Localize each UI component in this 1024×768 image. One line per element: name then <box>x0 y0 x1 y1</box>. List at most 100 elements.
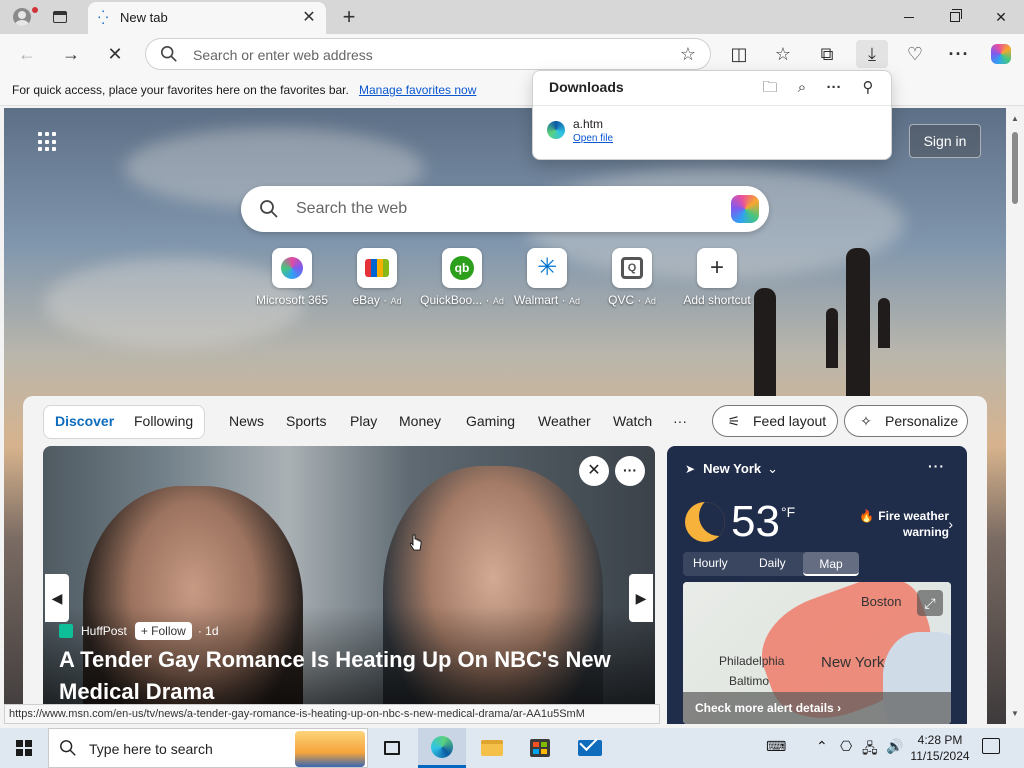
browser-essentials-button[interactable]: ♡ <box>900 40 930 68</box>
page-scrollbar[interactable]: ▲ ▼ <box>1006 108 1024 720</box>
tab-new-tab[interactable]: ⁛ New tab ✕ <box>88 2 326 34</box>
personalize-button[interactable]: ✧ Personalize <box>844 405 968 437</box>
sign-in-button[interactable]: Sign in <box>909 124 981 158</box>
nav-money[interactable]: Money <box>399 413 441 429</box>
notification-center-icon[interactable] <box>982 738 1000 754</box>
follow-button[interactable]: + Follow <box>134 622 192 640</box>
expand-map-icon[interactable]: ⤢ <box>917 590 943 616</box>
taskbar-mail[interactable] <box>566 728 614 768</box>
web-search-box[interactable]: Search the web <box>241 186 769 232</box>
taskbar-search-placeholder: Type here to search <box>89 741 213 757</box>
close-window-button[interactable]: ✕ <box>978 0 1024 34</box>
nav-weather[interactable]: Weather <box>538 413 591 429</box>
weather-more-button[interactable]: ··· <box>928 458 945 474</box>
weather-temperature: 53 <box>731 497 780 546</box>
manage-favorites-link[interactable]: Manage favorites now <box>359 83 476 97</box>
nav-news[interactable]: News <box>229 413 264 429</box>
weather-alert[interactable]: 🔥 Fire weather warning <box>853 508 949 540</box>
forward-button[interactable]: → <box>56 40 86 68</box>
feed-layout-button[interactable]: ⚟ Feed layout <box>712 405 838 437</box>
temperature-unit[interactable]: °F <box>781 504 795 520</box>
source-name[interactable]: HuffPost <box>81 624 127 638</box>
weather-tab-hourly[interactable]: Hourly <box>693 556 728 570</box>
network-icon[interactable]: 🖧 <box>862 738 878 762</box>
shortcut-microsoft365[interactable]: Microsoft 365 <box>250 248 334 310</box>
weather-location[interactable]: ➤ New York ⌄ <box>685 461 778 477</box>
carousel-prev-button[interactable]: ◀ <box>45 574 69 622</box>
favorite-star-icon[interactable]: ☆ <box>680 44 696 65</box>
weather-tab-daily[interactable]: Daily <box>759 556 786 570</box>
taskbar-file-explorer[interactable] <box>468 728 516 768</box>
map-label-new-york: New York <box>821 654 885 671</box>
favorites-button[interactable]: ☆ <box>768 40 798 68</box>
address-bar[interactable]: Search or enter web address ☆ <box>145 38 711 70</box>
tab-following[interactable]: Following <box>134 413 193 429</box>
chevron-up-icon[interactable]: ⌃ <box>816 738 828 755</box>
scroll-down-icon[interactable]: ▼ <box>1011 709 1019 718</box>
article-more-button[interactable]: ··· <box>615 456 645 486</box>
tab-discover[interactable]: Discover <box>55 413 114 429</box>
taskbar-search[interactable]: Type here to search <box>48 728 368 768</box>
news-feed: Discover Following News Sports Play Mone… <box>23 396 987 724</box>
add-shortcut-button[interactable]: + Add shortcut <box>675 248 759 310</box>
volume-icon[interactable]: 🔊 <box>886 738 903 755</box>
taskbar-edge[interactable] <box>418 728 466 768</box>
nav-play[interactable]: Play <box>350 413 377 429</box>
copilot-icon[interactable] <box>731 195 759 223</box>
weather-card[interactable]: ➤ New York ⌄ ··· 53 °F 🔥 Fire weather warni… <box>667 446 967 724</box>
split-screen-button[interactable]: ◫ <box>724 40 754 68</box>
meet-now-icon[interactable]: ⎔ <box>840 738 852 755</box>
scroll-thumb[interactable] <box>1012 132 1018 204</box>
start-button[interactable] <box>0 728 48 768</box>
nav-gaming[interactable]: Gaming <box>466 413 515 429</box>
edge-icon <box>431 735 453 758</box>
crescent-moon-icon <box>685 502 725 542</box>
task-view-button[interactable] <box>368 728 416 768</box>
taskbar-store[interactable] <box>516 728 564 768</box>
hand-cursor-icon <box>410 534 422 551</box>
weather-alert-map[interactable]: Boston Philadelphia New York Baltimo ⤢ C… <box>683 582 951 724</box>
shortcut-qvc[interactable]: Q QVC · Ad <box>590 248 674 310</box>
notification-dot-icon <box>32 7 38 13</box>
open-file-link[interactable]: Open file <box>573 133 613 144</box>
stop-loading-button[interactable]: ✕ <box>100 40 130 68</box>
dismiss-article-button[interactable]: ✕ <box>579 456 609 486</box>
nav-more[interactable]: ··· <box>673 413 687 429</box>
search-icon[interactable]: ⌕ <box>791 77 813 99</box>
settings-more-button[interactable]: ··· <box>944 40 974 68</box>
tab-actions-button[interactable] <box>48 6 72 28</box>
new-tab-button[interactable]: + <box>336 4 362 30</box>
weather-tab-map[interactable]: Map <box>803 552 859 576</box>
minimize-icon <box>904 16 914 18</box>
windows-logo-icon <box>16 740 32 756</box>
feed-layout-label: Feed layout <box>753 413 827 429</box>
nav-watch[interactable]: Watch <box>613 413 652 429</box>
background-cactus <box>826 308 838 368</box>
folder-icon[interactable]: 🗀 <box>759 77 781 99</box>
alert-details-link[interactable]: Check more alert details › <box>683 692 951 724</box>
shortcut-quickbooks[interactable]: qb QuickBoo... · Ad <box>420 248 504 310</box>
new-tab-page: Sign in Search the web Microsoft 365 eBa… <box>4 108 1006 724</box>
map-label-baltimore: Baltimo <box>729 674 770 688</box>
apps-launcher-icon[interactable] <box>38 132 58 152</box>
collections-button[interactable]: ⧉ <box>812 40 842 68</box>
tab-close-icon[interactable]: ✕ <box>300 9 318 27</box>
restore-button[interactable] <box>932 0 978 34</box>
profile-button[interactable] <box>8 6 38 28</box>
shortcut-walmart[interactable]: ✳ Walmart · Ad <box>505 248 589 310</box>
nav-sports[interactable]: Sports <box>286 413 326 429</box>
system-clock[interactable]: 4:28 PM 11/15/2024 <box>906 732 974 764</box>
keyboard-icon[interactable]: ⌨ <box>766 738 786 755</box>
pin-icon[interactable]: ⚲ <box>857 77 879 99</box>
shortcut-ebay[interactable]: eBay · Ad <box>335 248 419 310</box>
hero-article-card[interactable]: ✕ ··· ◀ ▶ HuffPost + Follow · 1d A Tende… <box>43 446 655 724</box>
scroll-up-icon[interactable]: ▲ <box>1011 114 1019 123</box>
minimize-button[interactable] <box>886 0 932 34</box>
back-button[interactable]: ← <box>12 40 42 68</box>
more-options-icon[interactable]: ··· <box>823 77 845 99</box>
copilot-button[interactable] <box>986 40 1016 68</box>
download-file-name[interactable]: a.htm <box>573 117 603 131</box>
carousel-next-button[interactable]: ▶ <box>629 574 653 622</box>
downloads-button[interactable]: ⤓ <box>856 40 888 68</box>
article-headline[interactable]: A Tender Gay Romance Is Heating Up On NB… <box>59 644 644 708</box>
